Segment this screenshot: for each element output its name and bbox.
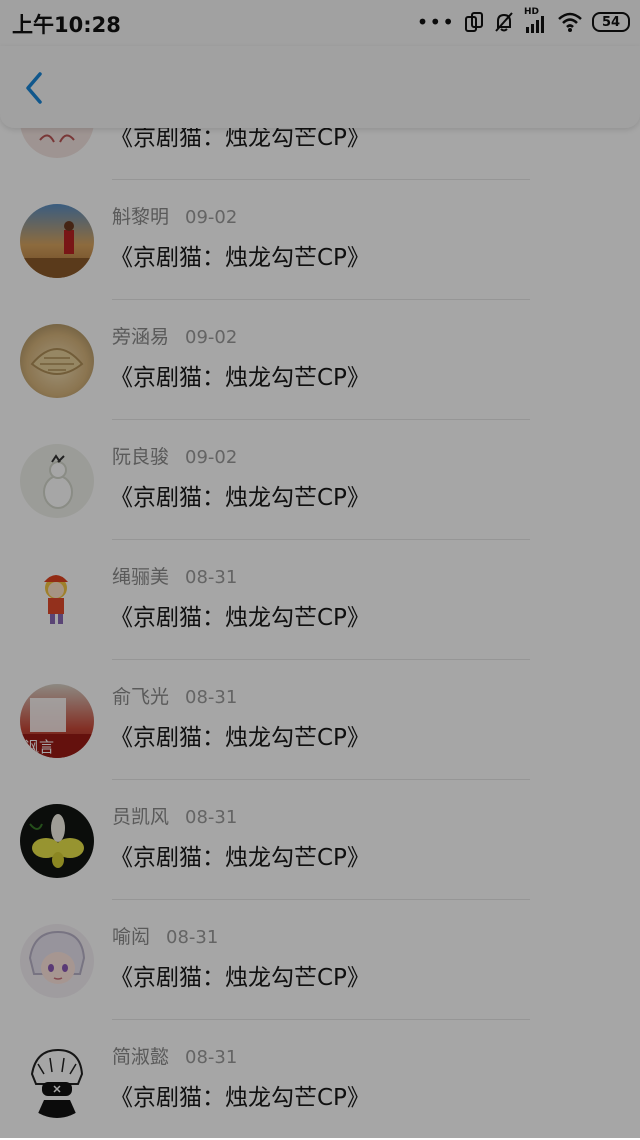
dim-overlay[interactable]	[0, 0, 640, 1138]
comment-list-page: 上午10:28 ••• HD 54 《京剧猫：烛龙勾芒CP》 斛黎明 09-02…	[0, 0, 640, 1138]
